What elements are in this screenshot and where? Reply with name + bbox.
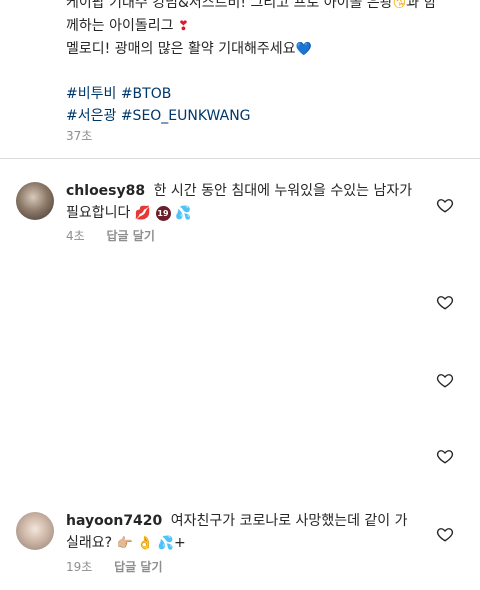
post-caption: 케이팝 기대수 킹넘&서스트비! 그리고 프로 아이돌 은광😘과 함 께하는 아… [66, 0, 466, 127]
reply-button[interactable]: 답글 달기 [114, 560, 162, 574]
like-heart-icon[interactable] [436, 371, 454, 389]
kissing-face-emoji-icon: 😘 [392, 0, 407, 11]
like-heart-icon[interactable] [436, 293, 454, 311]
reply-button[interactable]: 답글 달기 [107, 229, 155, 243]
comment-meta: 19초 답글 달기 [66, 558, 162, 575]
comment-text: chloesy88 한 시간 동안 침대에 누워있을 수있는 남자가 필요합니다… [66, 180, 416, 225]
avatar[interactable] [16, 512, 54, 550]
caption-line-3: 멜로디! 광매의 많은 활약 기대해주세요💙 [66, 41, 312, 57]
blue-heart-icon: 💙 [295, 42, 312, 57]
like-heart-icon[interactable] [436, 196, 454, 214]
comment-timestamp: 4초 [66, 229, 85, 243]
sweat-droplets-icon: 💦 [174, 206, 192, 221]
caption-timestamp: 37초 [66, 129, 93, 143]
caption-line-1: 케이팝 기대수 킹넘&서스트비! 그리고 프로 아이돌 은광😘과 함 [66, 0, 466, 15]
comment-timestamp: 19초 [66, 560, 93, 574]
comment-meta: 4초 답글 달기 [66, 227, 155, 244]
sweat-droplets-icon: 💦 [157, 536, 174, 551]
comment-username[interactable]: hayoon7420 [66, 513, 162, 529]
heart-exclamation-icon: ❣ [177, 19, 189, 34]
caption-line-2: 께하는 아이돌리그 ❣ [66, 18, 189, 34]
comment-text: hayoon7420 여자친구가 코로나로 사망했는데 같이 가실래요? 👉🏼 … [66, 513, 408, 551]
comment-username[interactable]: chloesy88 [66, 183, 145, 199]
pointing-hand-icon: 👉🏼 [116, 536, 133, 551]
like-heart-icon[interactable] [436, 525, 454, 543]
avatar[interactable] [16, 182, 54, 220]
like-heart-icon[interactable] [436, 447, 454, 465]
lips-icon: 💋 [134, 206, 152, 221]
ok-hand-icon: 👌 [137, 536, 154, 551]
hashtag-line-1[interactable]: #비투비 #BTOB [66, 83, 466, 105]
hashtag-line-2[interactable]: #서은광 #SEO_EUNKWANG [66, 105, 466, 127]
divider [0, 158, 480, 159]
no-under-19-icon: 19 [155, 206, 171, 221]
